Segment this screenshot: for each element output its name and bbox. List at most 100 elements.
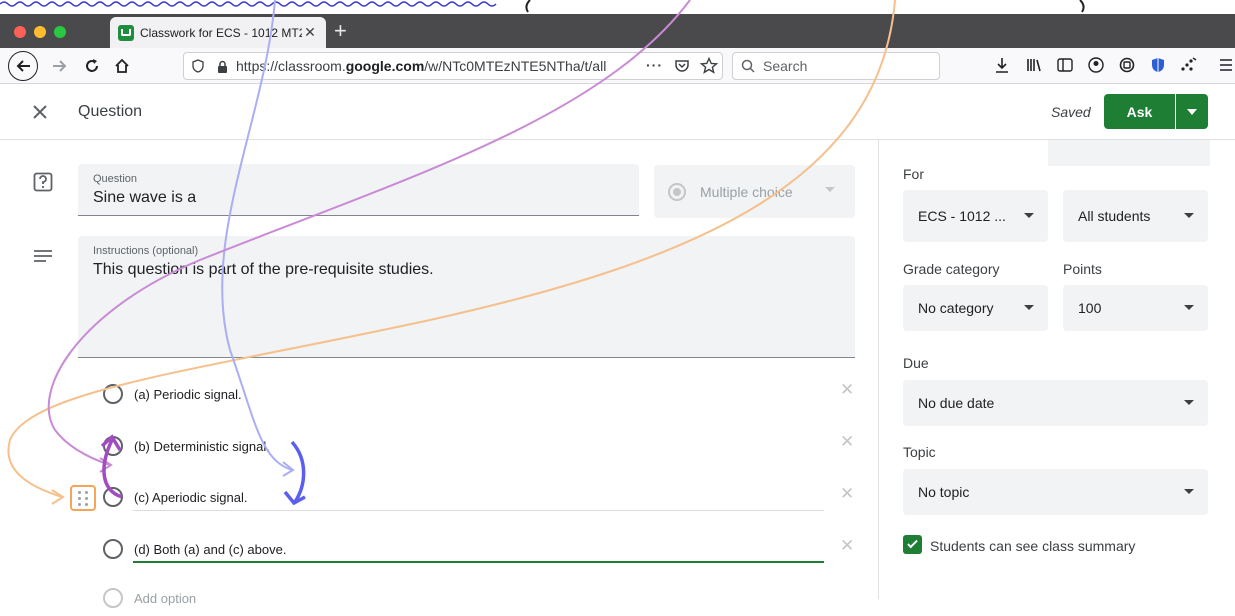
- checkmark-icon: [907, 537, 918, 549]
- for-label: For: [903, 166, 924, 182]
- caret-down-icon: [1184, 213, 1194, 218]
- url-bar[interactable]: https://classroom.google.com/w/NTc0MTEzN…: [183, 52, 723, 80]
- annotation-strip: [0, 0, 1235, 14]
- option-item[interactable]: (b) Deterministic signal.: [100, 428, 830, 464]
- due-label: Due: [903, 355, 929, 371]
- question-field-label: Question: [93, 173, 138, 185]
- extension-screenshot-icon[interactable]: [1117, 55, 1137, 75]
- page-actions-more-icon[interactable]: ···: [646, 57, 663, 73]
- option-text[interactable]: (c) Aperiodic signal.: [134, 490, 247, 505]
- window-minimize-dot[interactable]: [34, 26, 46, 38]
- downloads-icon[interactable]: [992, 55, 1012, 75]
- topic-value: No topic: [918, 484, 970, 500]
- caret-down-icon: [1024, 213, 1034, 218]
- remove-option-icon[interactable]: ✕: [840, 536, 854, 556]
- url-path: /w/NTc0MTEzNTE5NTha/t/all: [424, 58, 607, 74]
- window-zoom-dot[interactable]: [54, 26, 66, 38]
- option-item[interactable]: (a) Periodic signal.: [100, 376, 830, 412]
- description-lines-icon: [33, 248, 53, 269]
- remove-option-icon[interactable]: ✕: [840, 380, 854, 400]
- pocket-icon[interactable]: [674, 58, 690, 77]
- question-field-value: Sine wave is a: [93, 189, 197, 206]
- search-bar[interactable]: Search: [732, 52, 940, 80]
- option-text[interactable]: (d) Both (a) and (c) above.: [134, 542, 286, 557]
- instructions-field-value: This question is part of the pre-requisi…: [93, 261, 434, 278]
- sidebar-icon[interactable]: [1055, 55, 1075, 75]
- ask-button[interactable]: Ask: [1104, 94, 1175, 129]
- tab-close-icon[interactable]: ✕: [302, 24, 318, 41]
- grade-category-value: No category: [918, 300, 994, 316]
- page-title: Question: [78, 103, 143, 120]
- grade-category-select[interactable]: No category: [903, 285, 1048, 331]
- caret-down-icon: [1187, 108, 1197, 115]
- option-text[interactable]: (b) Deterministic signal.: [134, 439, 270, 454]
- question-field-underline: [78, 215, 639, 216]
- library-icon[interactable]: [1024, 55, 1044, 75]
- radio-button-icon: [668, 182, 686, 201]
- browser-tab-bar: Classwork for ECS - 1012 MT20 ✕ +: [0, 14, 1235, 48]
- url-text: https://classroom.google.com/w/NTc0MTEzN…: [232, 58, 606, 74]
- option-radio-icon: [103, 436, 123, 456]
- lock-icon[interactable]: [212, 60, 232, 73]
- drag-handle-icon[interactable]: [70, 485, 96, 511]
- students-select[interactable]: All students: [1063, 190, 1208, 242]
- option-active-underline: [133, 561, 824, 563]
- browser-nav-bar: https://classroom.google.com/w/NTc0MTEzN…: [0, 48, 1235, 84]
- caret-down-icon: [1024, 305, 1034, 310]
- instructions-field-label: Instructions (optional): [93, 245, 199, 257]
- question-type-select[interactable]: Multiple choice: [654, 165, 855, 218]
- caret-down-icon: [1184, 400, 1194, 405]
- url-prefix: https://classroom.: [236, 58, 346, 74]
- reload-button[interactable]: [80, 52, 104, 80]
- forward-button[interactable]: [48, 52, 72, 80]
- orange-arrowhead: [51, 489, 65, 505]
- extension-puzzle-icon[interactable]: [1178, 55, 1198, 75]
- due-date-select[interactable]: No due date: [903, 380, 1208, 426]
- points-value: 100: [1078, 300, 1102, 316]
- question-editor-header: Question Saved Ask: [0, 84, 1235, 140]
- menu-icon[interactable]: [1216, 55, 1235, 75]
- option-radio-icon: [103, 487, 123, 507]
- points-label: Points: [1063, 261, 1102, 277]
- blue-arrowhead: [282, 461, 295, 477]
- add-option-text[interactable]: Add option: [134, 591, 196, 606]
- instructions-field-underline: [78, 357, 855, 358]
- new-tab-button[interactable]: +: [334, 20, 347, 42]
- saved-status: Saved: [1051, 104, 1091, 120]
- grade-category-label: Grade category: [903, 261, 1000, 277]
- window-close-dot[interactable]: [14, 26, 26, 38]
- account-icon[interactable]: [1086, 55, 1106, 75]
- arrow-right-icon: [53, 60, 67, 72]
- close-editor-button[interactable]: [26, 98, 54, 126]
- students-select-value: All students: [1078, 208, 1151, 224]
- question-mark-icon: [33, 172, 53, 199]
- remove-option-icon[interactable]: ✕: [840, 432, 854, 452]
- remove-option-icon[interactable]: ✕: [840, 484, 854, 504]
- add-option-item[interactable]: Add option: [100, 580, 830, 616]
- home-button[interactable]: [110, 52, 134, 80]
- back-button[interactable]: [8, 51, 38, 81]
- question-field[interactable]: Question Sine wave is a: [78, 164, 639, 216]
- classroom-favicon-icon: [118, 24, 134, 41]
- extension-shield-icon[interactable]: [1148, 55, 1168, 75]
- search-placeholder: Search: [763, 58, 808, 74]
- url-host: google.com: [345, 58, 425, 74]
- browser-tab[interactable]: Classwork for ECS - 1012 MT20 ✕: [110, 17, 326, 48]
- question-type-value: Multiple choice: [700, 183, 793, 200]
- reload-icon: [86, 59, 98, 72]
- search-icon: [741, 59, 755, 73]
- points-select[interactable]: 100: [1063, 285, 1208, 331]
- close-icon: [33, 105, 47, 119]
- class-select[interactable]: ECS - 1012 ...: [903, 190, 1048, 242]
- option-text[interactable]: (a) Periodic signal.: [134, 387, 242, 402]
- topic-label: Topic: [903, 444, 936, 460]
- bookmark-star-icon[interactable]: [699, 56, 719, 78]
- class-select-value: ECS - 1012 ...: [918, 208, 1006, 224]
- tracking-shield-icon[interactable]: [184, 59, 212, 73]
- topic-select[interactable]: No topic: [903, 469, 1208, 515]
- scribble-decoration: [0, 0, 1085, 13]
- ask-options-button[interactable]: [1176, 94, 1208, 129]
- panel-top-strip: [1048, 140, 1210, 166]
- class-summary-checkbox[interactable]: [903, 535, 922, 554]
- instructions-field[interactable]: Instructions (optional) This question is…: [78, 236, 855, 358]
